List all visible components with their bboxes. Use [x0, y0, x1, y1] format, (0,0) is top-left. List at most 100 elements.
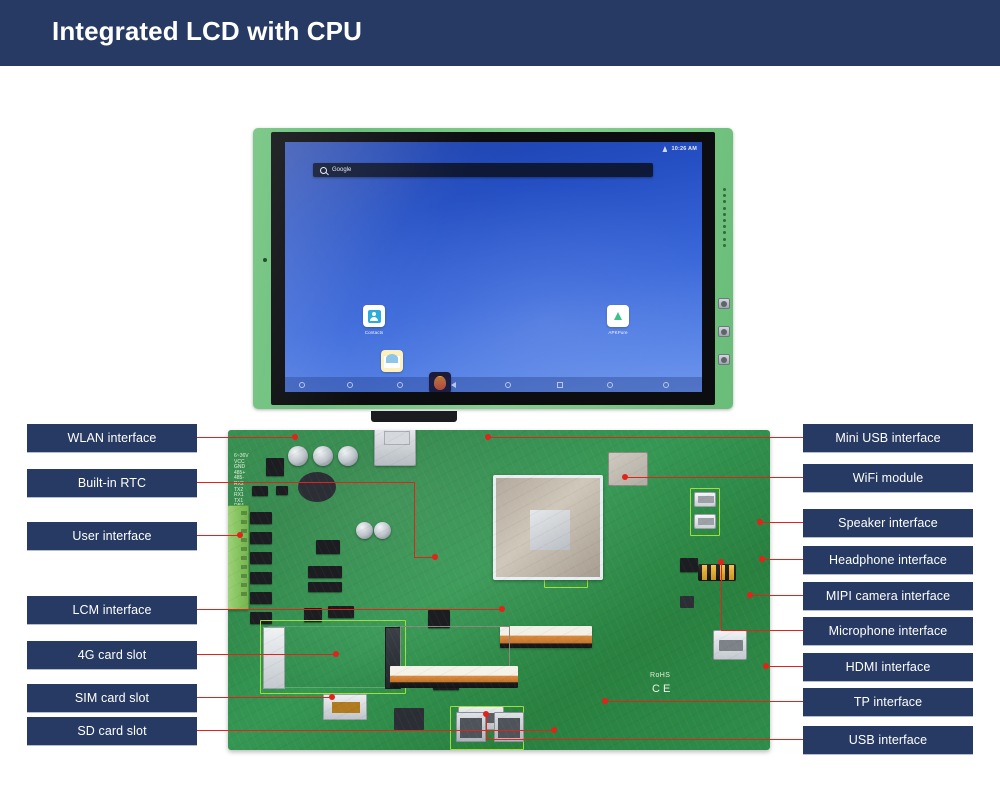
speaker-connector-2 [694, 514, 716, 529]
resistor-array [250, 552, 272, 564]
leader-line-microphone-h [721, 630, 803, 632]
tablet-vent-holes [721, 188, 727, 250]
wifi-module-chip [608, 452, 648, 486]
callout-4g-card-slot[interactable]: 4G card slot [27, 641, 197, 669]
app-label-apkpure: APKPure [608, 330, 628, 335]
leader-line-rtc-v [414, 482, 416, 558]
callout-usb-interface[interactable]: USB interface [803, 726, 973, 754]
status-bar-time: 10:26 AM [671, 146, 697, 152]
leader-line-user [197, 535, 241, 537]
tablet-button-1[interactable] [718, 298, 730, 309]
leader-line-usb-v [486, 714, 488, 739]
android-screen[interactable]: 10:26 AM Google Contacts APKPure [285, 142, 702, 392]
callout-microphone-interface[interactable]: Microphone interface [803, 617, 973, 645]
search-icon [320, 166, 327, 174]
mosfet [252, 486, 268, 496]
callout-label: Built-in RTC [77, 476, 147, 490]
app-icon-apkpure[interactable]: APKPure [605, 305, 631, 335]
app-icon-contacts[interactable]: Contacts [361, 305, 387, 335]
tablet-bezel: 10:26 AM Google Contacts APKPure [271, 132, 715, 405]
page-header: Integrated LCD with CPU [0, 0, 1000, 66]
leader-dot-usb [483, 711, 489, 717]
callout-label: WLAN interface [67, 431, 157, 445]
capacitor [338, 446, 358, 466]
leader-line-headphone [762, 559, 803, 561]
leader-dot-user [237, 532, 243, 538]
app-label-contacts: Contacts [364, 330, 384, 335]
leader-dot-sim [329, 694, 335, 700]
google-search-bar[interactable]: Google [313, 163, 653, 177]
inductor [266, 458, 284, 476]
callout-label: SD card slot [77, 724, 147, 738]
status-bar: 10:26 AM [662, 144, 697, 154]
capacitor [313, 446, 333, 466]
leader-line-sd [197, 730, 555, 732]
leader-dot-lcm [499, 606, 505, 612]
leader-dot-miniusb [485, 434, 491, 440]
tablet-button-2[interactable] [718, 326, 730, 337]
ic-chip [308, 566, 342, 578]
power-icon[interactable] [299, 382, 305, 388]
callout-label: Microphone interface [828, 624, 948, 638]
page-root: Integrated LCD with CPU 10:26 AM Google [0, 0, 1000, 808]
callout-mipi-camera-interface[interactable]: MIPI camera interface [803, 582, 973, 610]
leader-dot-microphone [718, 559, 724, 565]
leader-line-speaker [760, 522, 803, 524]
resistor-array [250, 532, 272, 544]
menu-icon[interactable] [347, 382, 353, 388]
callout-label: TP interface [853, 695, 923, 709]
callout-user-interface[interactable]: User interface [27, 522, 197, 550]
callout-headphone-interface[interactable]: Headphone interface [803, 546, 973, 574]
callout-wlan-interface[interactable]: WLAN interface [27, 424, 197, 452]
callout-lcm-interface[interactable]: LCM interface [27, 596, 197, 624]
callout-speaker-interface[interactable]: Speaker interface [803, 509, 973, 537]
resistor-array [250, 572, 272, 584]
leader-line-lcm [197, 609, 503, 611]
ce-mark: C E [652, 683, 671, 695]
leader-dot-hdmi [763, 663, 769, 669]
callout-label: HDMI interface [845, 660, 931, 674]
ic-chip [308, 582, 342, 592]
cpu-soc [493, 475, 603, 580]
app-dock [285, 348, 702, 392]
callout-sd-card-slot[interactable]: SD card slot [27, 717, 197, 745]
leader-line-wifi [625, 477, 803, 479]
page-title: Integrated LCD with CPU [52, 16, 362, 46]
brightness-icon[interactable] [607, 382, 613, 388]
capacitor [374, 522, 391, 539]
ic-chip [328, 606, 354, 618]
callout-label: Speaker interface [838, 516, 938, 530]
micro-hdmi-connector [713, 630, 747, 660]
signal-icon [662, 146, 668, 152]
rohs-mark: RoHS [650, 672, 671, 679]
callout-built-in-rtc[interactable]: Built-in RTC [27, 469, 197, 497]
leader-dot-tp [602, 698, 608, 704]
leader-line-sim [197, 697, 333, 699]
wlan-rj45-connector [374, 430, 416, 466]
callout-label: LCM interface [72, 603, 152, 617]
rotate-lock-icon[interactable] [663, 382, 669, 388]
email-icon[interactable] [381, 350, 403, 372]
callout-sim-card-slot[interactable]: SIM card slot [27, 684, 197, 712]
mosfet [276, 486, 288, 495]
leader-dot-4g [333, 651, 339, 657]
volume-icon[interactable] [397, 382, 403, 388]
leader-line-hdmi [766, 666, 803, 668]
leader-line-4g [197, 654, 337, 656]
leader-dot-speaker [757, 519, 763, 525]
leader-line-tp [605, 701, 803, 703]
callout-mini-usb-interface[interactable]: Mini USB interface [803, 424, 973, 452]
leader-dot-wifi [622, 474, 628, 480]
leader-line-usb-h [486, 739, 803, 741]
callout-label: Headphone interface [829, 553, 947, 567]
tablet-button-3[interactable] [718, 354, 730, 365]
front-camera-icon [263, 258, 267, 262]
recents-icon[interactable] [557, 382, 563, 388]
tp-shield-can [400, 626, 510, 670]
callout-hdmi-interface[interactable]: HDMI interface [803, 653, 973, 681]
4g-slot-highlight-box [260, 620, 406, 694]
home-icon[interactable] [505, 382, 511, 388]
back-icon[interactable] [451, 382, 456, 388]
callout-tp-interface[interactable]: TP interface [803, 688, 973, 716]
callout-wifi-module[interactable]: WiFi module [803, 464, 973, 492]
